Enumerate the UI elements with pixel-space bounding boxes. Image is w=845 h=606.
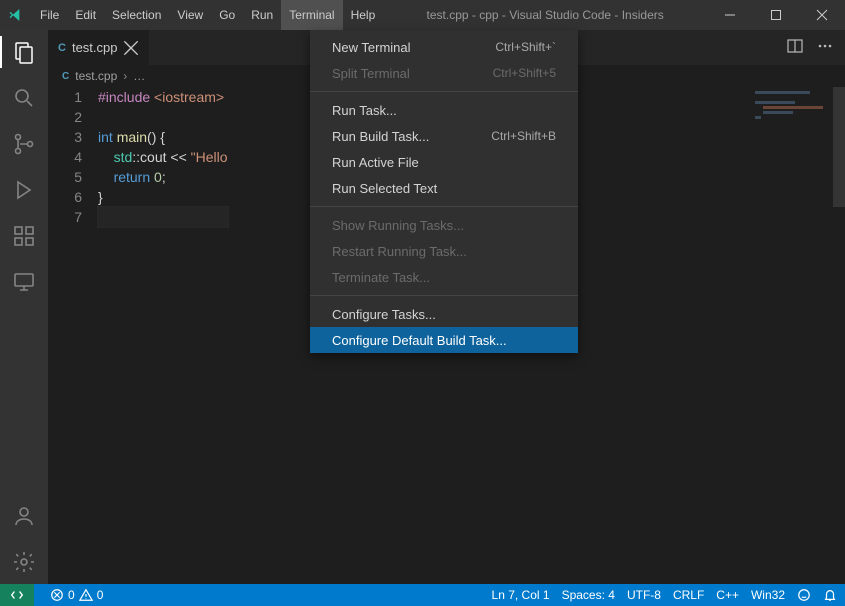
menubar: FileEditSelectionViewGoRunTerminalHelp [32,0,383,30]
source-control-icon[interactable] [10,130,38,158]
menu-go[interactable]: Go [211,0,243,30]
menu-selection[interactable]: Selection [104,0,169,30]
code-line[interactable]: std::cout << "Hello [98,147,228,167]
menu-item-shortcut: Ctrl+Shift+B [491,129,556,143]
accounts-icon[interactable] [10,502,38,530]
statusbar: 0 0 Ln 7, Col 1 Spaces: 4 UTF-8 CRLF C++… [0,584,845,606]
close-icon[interactable] [123,40,139,56]
menu-item-label: Terminate Task... [332,270,430,285]
build-target[interactable]: Win32 [751,588,785,602]
notifications-icon[interactable] [823,588,837,602]
problems-indicator[interactable]: 0 0 [50,588,103,602]
menu-item-run-task[interactable]: Run Task... [310,97,578,123]
error-count: 0 [68,588,75,602]
more-actions-icon[interactable] [817,38,833,57]
menu-item-show-running-tasks: Show Running Tasks... [310,212,578,238]
settings-gear-icon[interactable] [10,548,38,576]
window-controls [707,0,845,30]
menu-separator [310,295,578,296]
menu-item-label: Split Terminal [332,66,410,81]
menu-item-label: Run Build Task... [332,129,429,144]
window-title: test.cpp - cpp - Visual Studio Code - In… [383,8,707,22]
menu-help[interactable]: Help [343,0,384,30]
menu-item-split-terminal: Split Terminal Ctrl+Shift+5 [310,60,578,86]
menu-file[interactable]: File [32,0,67,30]
language-mode[interactable]: C++ [716,588,739,602]
menu-item-run-selected-text[interactable]: Run Selected Text [310,175,578,201]
split-editor-icon[interactable] [787,38,803,57]
menu-run[interactable]: Run [243,0,281,30]
cursor-position[interactable]: Ln 7, Col 1 [492,588,550,602]
tab-test-cpp[interactable]: C test.cpp [48,30,150,65]
breadcrumb-ellipsis: … [133,69,145,83]
menu-separator [310,206,578,207]
tab-filename: test.cpp [72,40,118,55]
menu-separator [310,91,578,92]
warning-count: 0 [97,588,104,602]
code-line[interactable]: #include <iostream> [98,87,228,107]
menu-item-label: Show Running Tasks... [332,218,464,233]
explorer-icon[interactable] [10,38,38,66]
activitybar [0,30,48,584]
line-number: 5 [48,167,82,187]
eol-status[interactable]: CRLF [673,588,704,602]
menu-item-run-build-task[interactable]: Run Build Task... Ctrl+Shift+B [310,123,578,149]
menu-terminal[interactable]: Terminal [281,0,342,30]
menu-item-shortcut: Ctrl+Shift+` [495,40,556,54]
line-number: 1 [48,87,82,107]
menu-item-label: Run Active File [332,155,419,170]
cpp-file-icon: C [62,71,69,82]
menu-item-shortcut: Ctrl+Shift+5 [493,66,556,80]
line-number: 7 [48,207,82,227]
menu-item-label: New Terminal [332,40,411,55]
menu-item-configure-default-build-task[interactable]: Configure Default Build Task... [310,327,578,353]
search-icon[interactable] [10,84,38,112]
minimap[interactable] [751,87,831,187]
extensions-icon[interactable] [10,222,38,250]
scrollbar-thumb[interactable] [833,87,845,207]
maximize-button[interactable] [753,0,799,30]
menu-edit[interactable]: Edit [67,0,104,30]
menu-item-new-terminal[interactable]: New Terminal Ctrl+Shift+` [310,34,578,60]
chevron-right-icon: › [123,69,127,83]
menu-item-label: Run Selected Text [332,181,437,196]
run-debug-icon[interactable] [10,176,38,204]
breadcrumb-filename: test.cpp [75,69,117,83]
menu-item-label: Restart Running Task... [332,244,467,259]
menu-item-label: Configure Default Build Task... [332,333,507,348]
menu-item-run-active-file[interactable]: Run Active File [310,149,578,175]
line-number: 3 [48,127,82,147]
close-button[interactable] [799,0,845,30]
remote-indicator[interactable] [0,584,34,606]
code-content[interactable]: #include <iostream> int main() { std::co… [98,87,228,584]
terminal-menu-dropdown: New Terminal Ctrl+Shift+` Split Terminal Ct… [310,30,578,353]
line-number: 2 [48,107,82,127]
editor-area: C test.cpp C test.cpp › … 1234567 #inclu… [48,30,845,584]
menu-item-label: Run Task... [332,103,397,118]
encoding-status[interactable]: UTF-8 [627,588,661,602]
code-line[interactable]: int main() { [98,127,228,147]
menu-item-restart-running-task: Restart Running Task... [310,238,578,264]
code-line[interactable] [98,207,228,227]
titlebar: FileEditSelectionViewGoRunTerminalHelp t… [0,0,845,30]
remote-explorer-icon[interactable] [10,268,38,296]
line-number: 6 [48,187,82,207]
vscode-insiders-icon [8,7,24,23]
menu-item-label: Configure Tasks... [332,307,436,322]
indentation-status[interactable]: Spaces: 4 [562,588,615,602]
feedback-icon[interactable] [797,588,811,602]
minimize-button[interactable] [707,0,753,30]
code-line[interactable] [98,107,228,127]
vertical-scrollbar[interactable] [833,87,845,584]
menu-item-configure-tasks[interactable]: Configure Tasks... [310,301,578,327]
menu-view[interactable]: View [169,0,211,30]
code-line[interactable]: return 0; [98,167,228,187]
line-number-gutter: 1234567 [48,87,98,584]
cpp-file-icon: C [58,42,66,54]
code-line[interactable]: } [98,187,228,207]
line-number: 4 [48,147,82,167]
menu-item-terminate-task: Terminate Task... [310,264,578,290]
